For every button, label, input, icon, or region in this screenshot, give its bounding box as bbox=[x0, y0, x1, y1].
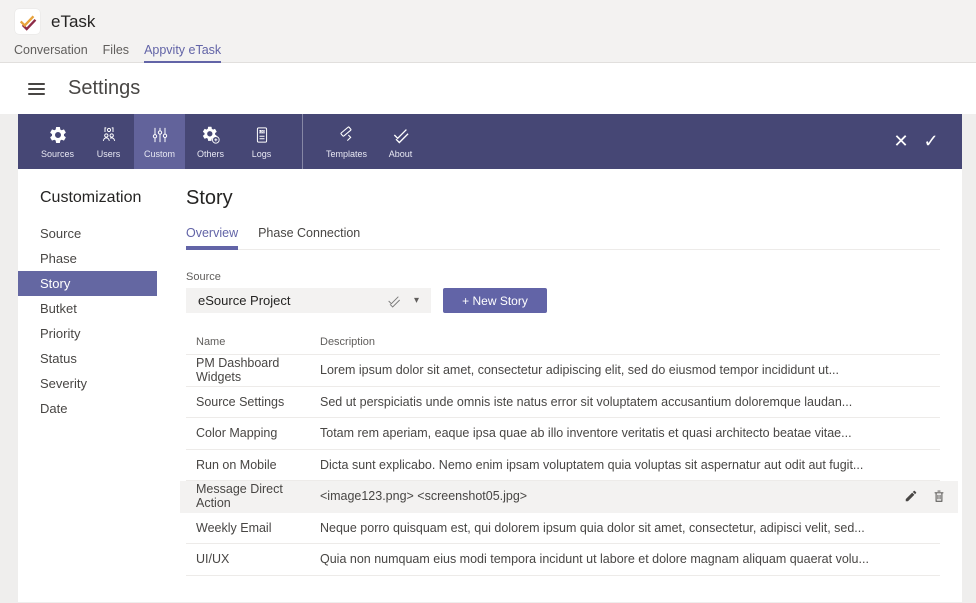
hamburger-icon[interactable] bbox=[28, 83, 45, 95]
table-row[interactable]: Run on Mobile Dicta sunt explicabo. Nemo… bbox=[186, 450, 940, 482]
story-table: Name Description PM Dashboard Widgets Lo… bbox=[186, 329, 940, 576]
close-icon[interactable]: ✕ bbox=[886, 131, 916, 152]
content-area: Customization Source Phase Story Butket … bbox=[18, 169, 962, 602]
confirm-icon[interactable]: ✓ bbox=[916, 131, 946, 152]
sidebar-item-phase[interactable]: Phase bbox=[18, 246, 157, 271]
gear-plus-icon bbox=[201, 125, 221, 145]
column-header-name: Name bbox=[186, 336, 320, 348]
row-name: UI/UX bbox=[186, 552, 320, 566]
toolbar-label: Logs bbox=[252, 149, 272, 159]
log-document-icon: LOG bbox=[252, 125, 272, 145]
etask-double-checkmark-icon bbox=[18, 12, 37, 31]
settings-panel: Sources Users Custom bbox=[18, 114, 962, 602]
toolbar-item-users[interactable]: Users bbox=[83, 114, 134, 169]
row-description: Dicta sunt explicabo. Nemo enim ipsam vo… bbox=[320, 458, 940, 472]
row-name: Weekly Email bbox=[186, 521, 320, 535]
toolbar-label: Custom bbox=[144, 149, 175, 159]
settings-header: Settings bbox=[0, 63, 976, 114]
table-row[interactable]: Source Settings Sed ut perspiciatis unde… bbox=[186, 387, 940, 419]
edit-icon[interactable] bbox=[904, 489, 918, 503]
page-title: Story bbox=[186, 187, 940, 210]
source-field-label: Source bbox=[186, 271, 940, 283]
table-row[interactable]: Color Mapping Totam rem aperiam, eaque i… bbox=[186, 418, 940, 450]
app-title: eTask bbox=[51, 12, 95, 32]
double-checkmark-icon bbox=[391, 125, 411, 145]
table-row[interactable]: UI/UX Quia non numquam eius modi tempora… bbox=[186, 544, 940, 576]
sidebar-title: Customization bbox=[40, 189, 157, 207]
table-row[interactable]: Weekly Email Neque porro quisquam est, q… bbox=[186, 513, 940, 545]
settings-toolbar: Sources Users Custom bbox=[18, 114, 962, 169]
tab-overview[interactable]: Overview bbox=[186, 226, 238, 250]
table-row[interactable]: PM Dashboard Widgets Lorem ipsum dolor s… bbox=[186, 355, 940, 387]
toolbar-item-logs[interactable]: LOG Logs bbox=[236, 114, 287, 169]
row-description: Sed ut perspiciatis unde omnis iste natu… bbox=[320, 395, 940, 409]
sidebar-item-date[interactable]: Date bbox=[18, 396, 157, 421]
row-description: Totam rem aperiam, eaque ipsa quae ab il… bbox=[320, 426, 940, 440]
sidebar-item-priority[interactable]: Priority bbox=[18, 321, 157, 346]
settings-title: Settings bbox=[68, 77, 140, 100]
toolbar-item-about[interactable]: About bbox=[375, 114, 426, 169]
toolbar-item-others[interactable]: Others bbox=[185, 114, 236, 169]
app-header: eTask bbox=[0, 0, 976, 43]
table-header: Name Description bbox=[186, 329, 940, 355]
svg-text:LOG: LOG bbox=[259, 129, 265, 133]
caret-down-icon[interactable]: ▾ bbox=[414, 295, 419, 306]
toolbar-item-custom[interactable]: Custom bbox=[134, 114, 185, 169]
etask-logo bbox=[15, 9, 40, 34]
row-name: Color Mapping bbox=[186, 426, 320, 440]
row-description: Neque porro quisquam est, qui dolorem ip… bbox=[320, 521, 940, 535]
toolbar-item-templates[interactable]: Templates bbox=[318, 114, 375, 169]
table-row-highlighted[interactable]: Message Direct Action <image123.png> <sc… bbox=[180, 481, 958, 513]
new-story-button[interactable]: + New Story bbox=[443, 288, 547, 313]
source-dropdown-value: eSource Project bbox=[198, 293, 386, 308]
toolbar-label: Templates bbox=[326, 149, 367, 159]
people-icon bbox=[99, 125, 119, 145]
row-name: Message Direct Action bbox=[186, 482, 320, 510]
sidebar-item-butket[interactable]: Butket bbox=[18, 296, 157, 321]
customization-sidebar: Customization Source Phase Story Butket … bbox=[18, 169, 157, 602]
channel-tab-bar: Conversation Files Appvity eTask bbox=[0, 43, 976, 63]
toolbar-label: About bbox=[389, 149, 413, 159]
row-description: Quia non numquam eius modi tempora incid… bbox=[320, 552, 940, 566]
toolbar-divider bbox=[302, 114, 303, 169]
tab-appvity-etask[interactable]: Appvity eTask bbox=[144, 43, 221, 63]
row-actions bbox=[904, 489, 946, 503]
paint-roller-icon bbox=[337, 125, 357, 145]
tab-conversation[interactable]: Conversation bbox=[14, 43, 88, 63]
tab-phase-connection[interactable]: Phase Connection bbox=[258, 226, 360, 250]
sidebar-item-status[interactable]: Status bbox=[18, 346, 157, 371]
gear-icon bbox=[48, 125, 68, 145]
sidebar-item-source[interactable]: Source bbox=[18, 221, 157, 246]
source-dropdown[interactable]: eSource Project ▾ bbox=[186, 288, 431, 313]
row-description: Lorem ipsum dolor sit amet, consectetur … bbox=[320, 363, 940, 377]
sidebar-item-story[interactable]: Story bbox=[18, 271, 157, 296]
row-name: Source Settings bbox=[186, 395, 320, 409]
toolbar-label: Users bbox=[97, 149, 121, 159]
controls-row: eSource Project ▾ + New Story bbox=[186, 288, 940, 313]
story-settings-main: Story Overview Phase Connection Source e… bbox=[157, 169, 962, 602]
etask-check-icon bbox=[386, 293, 402, 309]
toolbar-label: Sources bbox=[41, 149, 74, 159]
row-name: Run on Mobile bbox=[186, 458, 320, 472]
toolbar-label: Others bbox=[197, 149, 224, 159]
toolbar-item-sources[interactable]: Sources bbox=[32, 114, 83, 169]
delete-icon[interactable] bbox=[932, 489, 946, 503]
tab-files[interactable]: Files bbox=[103, 43, 129, 63]
row-description: <image123.png> <screenshot05.jpg> bbox=[320, 489, 892, 503]
sidebar-item-severity[interactable]: Severity bbox=[18, 371, 157, 396]
sliders-icon bbox=[150, 125, 170, 145]
row-name: PM Dashboard Widgets bbox=[186, 356, 320, 384]
column-header-description: Description bbox=[320, 336, 940, 348]
view-tab-bar: Overview Phase Connection bbox=[186, 226, 940, 250]
